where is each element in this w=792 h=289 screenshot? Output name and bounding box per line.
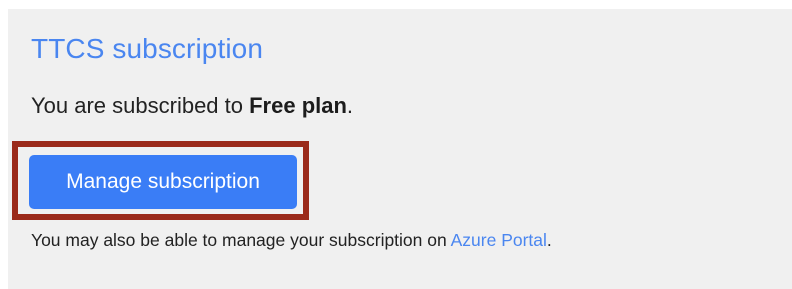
note-suffix: . [546,230,552,250]
subscription-status: You are subscribed to Free plan. [31,93,353,119]
manage-subscription-button[interactable]: Manage subscription [29,155,297,209]
status-suffix: . [346,93,354,118]
status-prefix: You are subscribed to [31,93,250,118]
portal-note: You may also be able to manage your subs… [31,230,552,251]
note-prefix: You may also be able to manage your subs… [31,230,451,250]
section-title: TTCS subscription [31,33,263,64]
subscription-panel: TTCS subscription You are subscribed to … [8,9,792,289]
azure-portal-link[interactable]: Azure Portal [451,230,547,250]
plan-name: Free plan [249,93,347,118]
